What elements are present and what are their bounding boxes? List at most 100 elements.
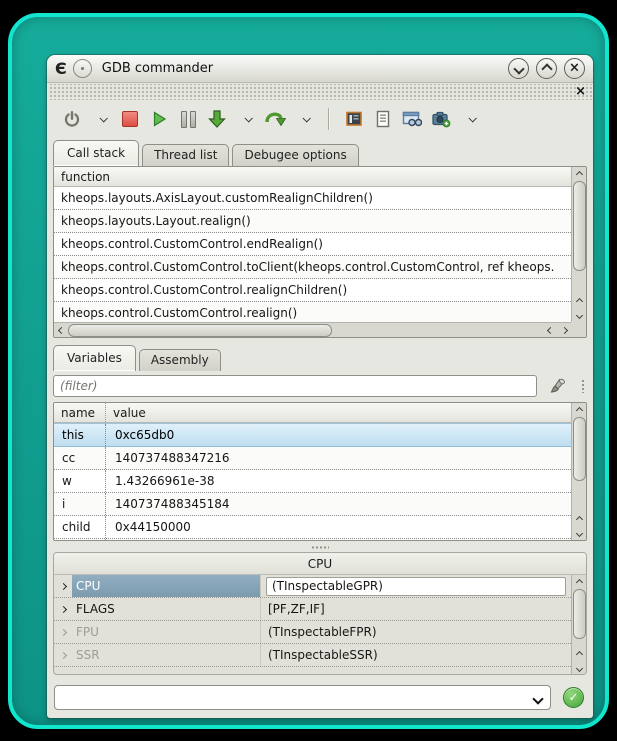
scroll-up-button[interactable] (572, 575, 586, 589)
scroll-up-button[interactable] (572, 167, 586, 181)
snapshot-dropdown-button[interactable] (459, 106, 481, 132)
dock-handle[interactable]: × (48, 84, 592, 100)
scroll-right-button[interactable] (557, 323, 571, 337)
watch-window-button[interactable] (401, 106, 423, 132)
snapshot-button[interactable] (430, 106, 452, 132)
stack-frame-row[interactable]: kheops.control.CustomControl.realign() (54, 302, 571, 322)
close-button[interactable]: × (564, 58, 585, 79)
register-row[interactable]: FPU (TInspectableFPR) (54, 621, 571, 644)
tab-debugee-options[interactable]: Debugee options (232, 144, 358, 166)
register-value-field[interactable]: (TInspectableGPR) (266, 577, 566, 596)
register-value: [PF,ZF,IF] (260, 598, 571, 620)
variable-row[interactable]: b 1.43266961e-38 (54, 539, 571, 540)
scrollbar-thumb[interactable] (573, 181, 586, 271)
scroll-up-button[interactable] (572, 294, 586, 308)
callstack-tabbar: Call stack Thread list Debugee options (53, 141, 362, 166)
register-name[interactable]: SSR (72, 644, 260, 666)
horizontal-splitter[interactable] (53, 544, 587, 551)
step-into-dropdown-button[interactable] (235, 106, 257, 132)
scroll-up-button[interactable] (572, 647, 586, 661)
stack-frame-row[interactable]: kheops.control.CustomControl.toClient(kh… (54, 256, 571, 279)
cpu-vertical-scrollbar[interactable] (571, 575, 586, 675)
chevron-down-icon (532, 693, 543, 704)
command-row: ✓ (54, 684, 587, 710)
register-name[interactable]: FPU (72, 621, 260, 643)
window-menu-button[interactable] (73, 59, 92, 78)
scroll-down-button[interactable] (572, 526, 586, 540)
stop-button[interactable] (119, 106, 141, 132)
scrollbar-thumb[interactable] (573, 589, 586, 639)
combobox-dropdown-button[interactable] (534, 688, 542, 707)
command-combobox[interactable] (54, 685, 551, 710)
step-over-button[interactable] (264, 106, 286, 132)
filter-input[interactable] (53, 375, 537, 397)
expand-arrow-icon[interactable] (54, 653, 72, 658)
register-row[interactable]: CPU (TInspectableGPR) (54, 575, 571, 598)
register-value: (TInspectableFPR) (260, 621, 571, 643)
register-name[interactable]: CPU (72, 575, 260, 597)
dock-close-icon[interactable]: × (575, 84, 586, 99)
expand-arrow-icon[interactable] (54, 630, 72, 635)
chevron-up-icon (575, 578, 582, 585)
scrollbar-thumb[interactable] (68, 324, 332, 337)
submit-command-button[interactable]: ✓ (563, 687, 584, 708)
scroll-down-button[interactable] (572, 308, 586, 322)
callstack-header: function (54, 167, 571, 187)
stack-frame-row[interactable]: kheops.layouts.AxisLayout.customRealignC… (54, 187, 571, 210)
variable-row[interactable]: cc 140737488347216 (54, 447, 571, 470)
plugin-frame: Є GDB commander × × (8, 13, 609, 729)
stack-frame-row[interactable]: kheops.control.CustomControl.realignChil… (54, 279, 571, 302)
run-button[interactable] (148, 106, 170, 132)
unshade-button[interactable] (536, 58, 557, 79)
chevron-right-icon (560, 326, 567, 333)
tab-call-stack[interactable]: Call stack (53, 140, 139, 166)
scrollbar-thumb[interactable] (573, 417, 586, 481)
panel-splitter-handle[interactable] (581, 379, 585, 393)
column-name[interactable]: name (54, 403, 106, 422)
step-over-dropdown-button[interactable] (293, 106, 315, 132)
column-value[interactable]: value (106, 403, 153, 422)
chevron-down-icon (513, 63, 524, 74)
variable-row[interactable]: i 140737488345184 (54, 493, 571, 516)
chevron-left-icon (57, 326, 64, 333)
scroll-left-button[interactable] (54, 323, 68, 337)
variable-row[interactable]: child 0x44150000 (54, 516, 571, 539)
screen-background: Є GDB commander × × (0, 0, 617, 741)
callstack-vertical-scrollbar[interactable] (571, 167, 586, 322)
scroll-down-button[interactable] (572, 661, 586, 675)
step-over-icon (264, 109, 286, 129)
scroll-left-button[interactable] (543, 323, 557, 337)
pause-button[interactable] (177, 106, 199, 132)
register-row[interactable]: FLAGS [PF,ZF,IF] (54, 598, 571, 621)
titlebar[interactable]: Є GDB commander × (47, 55, 593, 83)
close-icon: × (569, 62, 580, 75)
variable-row[interactable]: w 1.43266961e-38 (54, 470, 571, 493)
expand-arrow-icon[interactable] (54, 607, 72, 612)
stack-frame-row[interactable]: kheops.layouts.Layout.realign() (54, 210, 571, 233)
register-row[interactable]: SSR (TInspectableSSR) (54, 644, 571, 667)
output-log-button[interactable] (372, 106, 394, 132)
tab-assembly[interactable]: Assembly (139, 349, 221, 371)
power-button[interactable] (61, 106, 83, 132)
power-dropdown-button[interactable] (90, 106, 112, 132)
clear-filter-button[interactable] (549, 376, 569, 396)
tab-variables[interactable]: Variables (53, 345, 136, 371)
shade-button[interactable] (508, 58, 529, 79)
tab-thread-list[interactable]: Thread list (142, 144, 229, 166)
register-name[interactable]: FLAGS (72, 598, 260, 620)
watch-window-icon (402, 110, 422, 128)
chevron-down-icon (575, 664, 582, 671)
variable-name: this (54, 424, 106, 446)
variables-vertical-scrollbar[interactable] (571, 403, 586, 540)
variable-value: 1.43266961e-38 (106, 470, 571, 492)
scroll-up-button[interactable] (572, 403, 586, 417)
step-into-button[interactable] (206, 106, 228, 132)
variable-value: 140737488345184 (106, 493, 571, 515)
expand-arrow-icon[interactable] (54, 584, 72, 589)
stack-frame-row[interactable]: kheops.control.CustomControl.endRealign(… (54, 233, 571, 256)
scroll-up-button[interactable] (572, 512, 586, 526)
column-function[interactable]: function (54, 167, 117, 186)
callstack-horizontal-scrollbar[interactable] (54, 322, 571, 337)
cpu-inspector-button[interactable] (343, 106, 365, 132)
variable-row[interactable]: this 0xc65db0 (54, 423, 571, 447)
